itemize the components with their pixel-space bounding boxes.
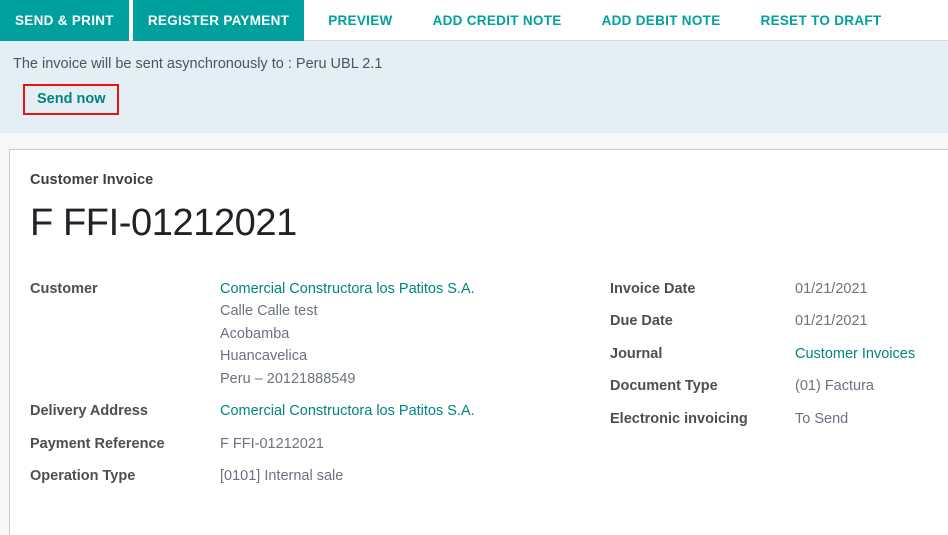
field-value-link[interactable]: Comercial Constructora los Patitos S.A. bbox=[220, 278, 475, 300]
address-line: Acobamba bbox=[220, 325, 290, 342]
field-label: Operation Type bbox=[30, 468, 136, 485]
document-type-label: Customer Invoice bbox=[30, 172, 154, 188]
action-button-add-credit-note[interactable]: ADD CREDIT NOTE bbox=[418, 0, 577, 41]
field-value: 01/21/2021 bbox=[795, 281, 868, 297]
address-line: Peru – 20121888549 bbox=[220, 370, 356, 387]
field-value-group: [0101] Internal sale bbox=[220, 465, 343, 487]
field-value: [0101] Internal sale bbox=[220, 468, 344, 485]
action-statusbar: SEND & PRINT REGISTER PAYMENT PREVIEW ADD C… bbox=[0, 0, 948, 41]
field-value-link[interactable]: Comercial Constructora los Patitos S.A. bbox=[220, 400, 475, 422]
invoice-form-card: Customer Invoice F FFI-01212021 Customer… bbox=[9, 149, 948, 535]
page-title: F FFI-01212021 bbox=[30, 202, 297, 244]
field-value-group: Comercial Constructora los Patitos S.A. C… bbox=[220, 278, 475, 390]
field-value-link[interactable]: Customer Invoices bbox=[795, 343, 915, 365]
field-label: Journal bbox=[610, 345, 663, 362]
field-row: Customer Comercial Constructora los Patit… bbox=[30, 278, 610, 390]
field-row: Document Type (01) Factura bbox=[610, 375, 940, 397]
field-label: Invoice Date bbox=[610, 281, 696, 297]
action-button-register-payment[interactable]: REGISTER PAYMENT bbox=[132, 0, 305, 41]
field-row: Electronic invoicing To Send bbox=[610, 408, 940, 430]
async-send-notification: The invoice will be sent asynchronously … bbox=[0, 41, 948, 133]
action-button-send-print[interactable]: SEND & PRINT bbox=[0, 0, 129, 41]
field-row: Payment Reference F FFI-01212021 bbox=[30, 433, 610, 455]
field-row: Due Date 01/21/2021 bbox=[610, 310, 940, 332]
field-row: Delivery Address Comercial Constructora l… bbox=[30, 400, 610, 422]
field-value: To Send bbox=[795, 410, 849, 427]
send-now-highlight-box: Send now bbox=[23, 83, 120, 115]
fields-column-right: Invoice Date 01/21/2021 Due Date 01/21/2021… bbox=[610, 278, 940, 440]
field-label: Due Date bbox=[610, 313, 673, 330]
address-line: Huancavelica bbox=[220, 348, 308, 365]
field-row: Journal Customer Invoices bbox=[610, 343, 940, 365]
field-row: Operation Type [0101] Internal sale bbox=[30, 465, 610, 487]
field-row: Invoice Date 01/21/2021 bbox=[610, 278, 940, 300]
field-label: Electronic invoicing bbox=[610, 410, 748, 427]
field-label: Payment Reference bbox=[30, 435, 165, 452]
invoice-fields-group: Customer Comercial Constructora los Patit… bbox=[30, 278, 948, 498]
page-background: Customer Invoice F FFI-01212021 Customer… bbox=[0, 133, 948, 535]
field-value-group: F FFI-01212021 bbox=[220, 433, 324, 455]
fields-column-left: Customer Comercial Constructora los Patit… bbox=[30, 278, 610, 498]
action-button-reset-to-draft[interactable]: RESET TO DRAFT bbox=[746, 0, 897, 41]
action-button-preview[interactable]: PREVIEW bbox=[313, 0, 407, 41]
action-button-add-debit-note[interactable]: ADD DEBIT NOTE bbox=[587, 0, 736, 41]
field-label: Document Type bbox=[610, 378, 718, 395]
field-label: Delivery Address bbox=[30, 403, 148, 420]
field-value: (01) Factura bbox=[795, 378, 874, 395]
field-value: F FFI-01212021 bbox=[220, 435, 324, 452]
notification-message: The invoice will be sent asynchronously … bbox=[13, 56, 383, 72]
field-value: 01/21/2021 bbox=[795, 313, 868, 330]
send-now-button[interactable]: Send now bbox=[37, 91, 105, 107]
field-value-group: Comercial Constructora los Patitos S.A. bbox=[220, 400, 475, 422]
address-line: Calle Calle test bbox=[220, 303, 318, 320]
field-label: Customer bbox=[30, 281, 98, 297]
